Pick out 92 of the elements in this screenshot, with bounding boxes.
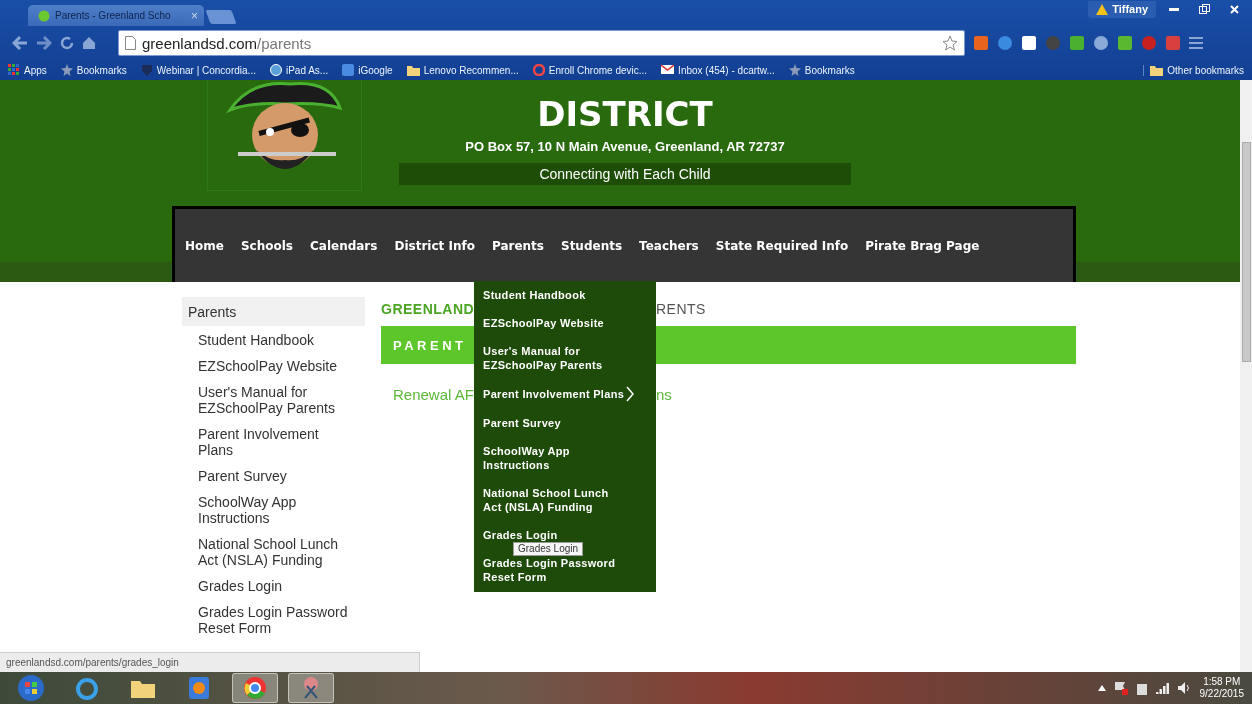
tab-title: Parents - Greenland Scho [55,10,172,21]
menu-item[interactable]: Parent Involvement Plans [483,386,647,402]
restore-icon [1198,4,1210,14]
menu-item[interactable]: Parent Survey [483,416,647,430]
mail-icon [661,64,675,76]
page-heading: RENTS [656,300,707,317]
extension-icon [973,35,989,51]
folder-icon [406,64,420,76]
extension-icon [997,35,1013,51]
bookmark-link[interactable]: Bookmarks [60,64,127,76]
sidebar-link[interactable]: National School Lunch Act (NSLA) Funding [198,536,353,568]
extension-icon [1021,35,1037,51]
nav-link[interactable]: State Required Info [715,238,849,253]
close-icon [1229,4,1239,14]
tile-icon [342,64,355,76]
address-bar[interactable]: greenlandsd.com/parents [118,30,965,56]
menu-item[interactable]: EZSchoolPay Website [483,316,647,330]
menu-item[interactable]: Student Handbook [483,288,647,302]
tagline: Connecting with Each Child [399,163,851,185]
menu-item[interactable]: Grades Login Password Reset Form [483,556,647,584]
start-orb-icon [17,674,45,702]
bookmark-link[interactable]: Bookmarks [788,64,855,76]
extension-icon [1045,35,1061,51]
other-bookmarks-link[interactable]: Other bookmarks [1143,64,1244,76]
profile-button[interactable]: Tiffany [1088,0,1156,18]
nav-link[interactable]: Students [561,238,623,253]
bookmark-link[interactable]: Inbox (454) - dcartw... [661,64,775,76]
sidebar-link[interactable]: Parent Survey [198,468,353,484]
clock[interactable]: 1:58 PM 9/22/2015 [1199,676,1244,700]
sidebar-link[interactable]: Grades Login [198,578,353,594]
site-address: PO Box 57, 10 N Main Avenue, Greenland, AR 72737 [465,139,785,154]
sidebar-link[interactable]: Grades Login Password Reset Form [198,604,353,636]
star-icon [788,64,801,76]
taskbar-app[interactable] [232,673,278,703]
sidebar-link[interactable]: SchoolWay App Instructions [198,494,353,526]
new-tab-button[interactable] [205,10,237,24]
bookmark-link[interactable]: Lenovo Recommen... [406,64,519,76]
bookmark-link[interactable]: iPad As... [269,64,329,76]
nav-link[interactable]: Home [185,238,224,253]
nav-link[interactable]: Parents [491,238,544,253]
minimize-icon [1169,7,1179,11]
nav-link[interactable]: Pirate Brag Page [865,238,980,253]
extension-icon [1069,35,1085,51]
sidebar-link[interactable]: Parent Involvement Plans [198,426,353,458]
site-title: DISTRICT [537,94,713,134]
page-icon [125,36,136,50]
sidebar-link[interactable]: User's Manual for EZSchoolPay Parents [198,384,353,416]
banner-title: PARENT [393,337,467,353]
nav-link[interactable]: District Info [394,238,475,253]
nav-link[interactable]: Schools [240,238,293,253]
sidebar-heading: Parents [182,297,365,326]
caret-up-icon [1097,685,1106,691]
nav-link[interactable]: Calendars [310,238,378,253]
forward-icon [36,36,52,50]
extension-icon [1117,35,1133,51]
menu-item[interactable]: Grades Login [483,528,647,542]
star-icon [60,64,73,76]
star-icon [942,35,958,51]
back-icon [12,36,28,50]
apps-grid-icon [8,64,20,76]
page-heading: GREENLAND [381,300,474,317]
page-favicon [38,9,50,22]
extension-icon [1141,35,1157,51]
nav-link[interactable]: Teachers [639,238,699,253]
warning-icon [1096,3,1109,15]
chrome-icon [243,676,267,700]
signal-icon [1155,682,1170,694]
bookmark-link[interactable]: iGoogle [342,64,393,76]
folder-icon [131,678,155,698]
shield-icon [140,64,153,76]
extension-icon [1165,35,1181,51]
home-icon [82,36,96,50]
globe-icon [269,64,282,76]
sidebar-link[interactable]: Student Handbook [198,332,353,348]
menu-item[interactable]: SchoolWay App Instructions [483,444,647,472]
scrollbar[interactable] [1240,80,1252,672]
folder-icon [1150,64,1164,76]
menu-item[interactable]: National School Lunch Act (NSLA) Funding [483,486,647,514]
status-url: greenlandsd.com/parents/grades_login [0,652,420,672]
bookmark-link[interactable]: Apps [8,64,47,76]
tooltip: Grades Login [513,542,584,556]
menu-icon [1189,37,1203,49]
menu-item[interactable]: User's Manual for EZSchoolPay Parents [483,344,647,372]
taskbar-app[interactable] [288,673,334,703]
play-icon [189,677,209,699]
extension-icon [1093,35,1109,51]
speaker-icon [1177,682,1192,694]
bookmark-link[interactable]: Webinar | Concordia... [140,64,256,76]
flag-icon [1113,681,1128,695]
reload-icon [60,36,74,50]
sidebar-link[interactable]: EZSchoolPay Website [198,358,353,374]
bookmark-link[interactable]: Enroll Chrome devic... [532,64,648,76]
